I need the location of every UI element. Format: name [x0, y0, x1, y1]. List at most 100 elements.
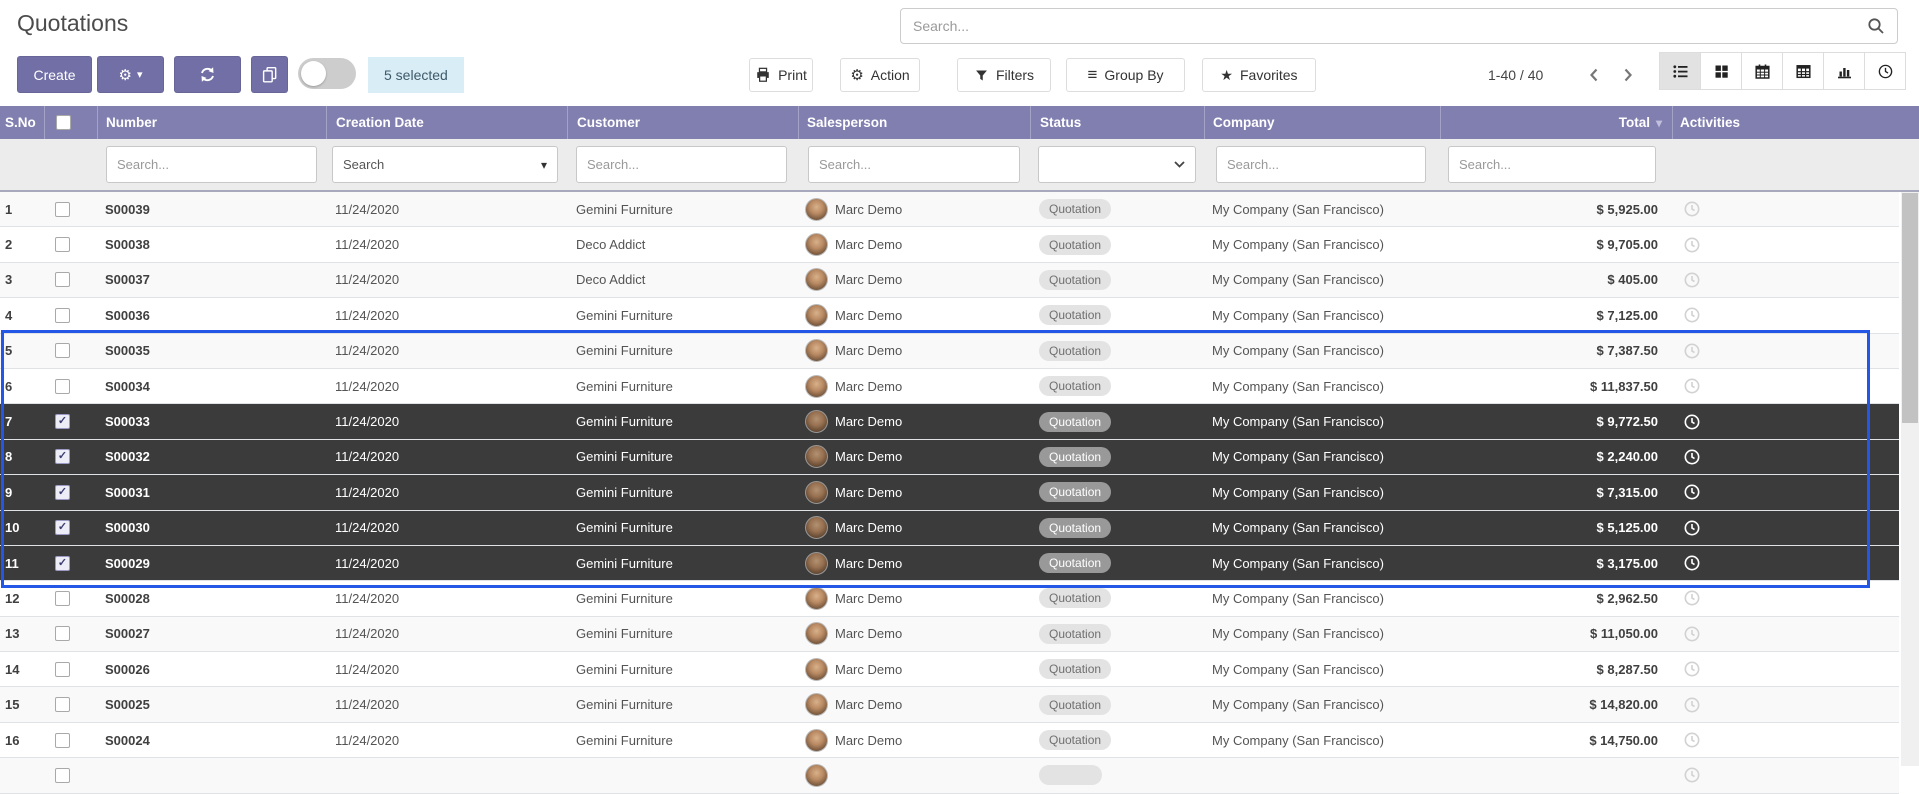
header-status-label: Status: [1040, 115, 1081, 130]
global-search-box[interactable]: [900, 8, 1898, 44]
total-amount: $ 14,820.00: [1440, 687, 1672, 721]
view-kanban-button[interactable]: [1700, 52, 1742, 90]
activities-cell: [1672, 511, 1899, 545]
activity-clock-icon[interactable]: [1683, 519, 1701, 537]
view-activity-button[interactable]: [1864, 52, 1906, 90]
total-amount: $ 9,705.00: [1440, 227, 1672, 261]
refresh-button[interactable]: [174, 56, 241, 93]
table-row[interactable]: 3S0003711/24/2020Deco AddictMarc DemoQuo…: [0, 263, 1899, 298]
row-checkbox[interactable]: [55, 520, 70, 535]
calendar-view-icon: [1754, 63, 1771, 80]
table-row[interactable]: 15S0002511/24/2020Gemini FurnitureMarc D…: [0, 687, 1899, 722]
row-checkbox-cell: [44, 440, 97, 474]
kanban-view-icon: [1713, 63, 1730, 80]
select-mode-toggle[interactable]: [298, 58, 356, 89]
duplicate-button[interactable]: [251, 56, 288, 93]
row-checkbox[interactable]: [55, 308, 70, 323]
activity-clock-icon[interactable]: [1683, 589, 1701, 607]
activity-clock-icon[interactable]: [1683, 413, 1701, 431]
filter-total-input[interactable]: [1448, 146, 1656, 183]
filter-funnel-icon: [974, 68, 989, 83]
table-row[interactable]: 9S0003111/24/2020Gemini FurnitureMarc De…: [0, 475, 1899, 510]
row-checkbox[interactable]: [55, 343, 70, 358]
action-button[interactable]: ⚙ Action: [840, 58, 920, 92]
header-customer[interactable]: Customer: [567, 106, 798, 139]
filter-company-input[interactable]: [1216, 146, 1426, 183]
table-row[interactable]: 2S0003811/24/2020Deco AddictMarc DemoQuo…: [0, 227, 1899, 262]
favorites-button[interactable]: ★ Favorites: [1202, 58, 1316, 92]
table-row[interactable]: 5S0003511/24/2020Gemini FurnitureMarc De…: [0, 334, 1899, 369]
group-by-button[interactable]: ≡ Group By: [1066, 58, 1185, 92]
vertical-scrollbar-thumb[interactable]: [1902, 193, 1918, 423]
company-name: My Company (San Francisco): [1204, 723, 1440, 757]
activity-clock-icon[interactable]: [1683, 271, 1701, 289]
activity-clock-icon[interactable]: [1683, 342, 1701, 360]
filter-creation-date[interactable]: Search ▾: [332, 146, 558, 183]
table-row[interactable]: [0, 758, 1899, 793]
header-select-all[interactable]: [44, 106, 97, 139]
row-checkbox[interactable]: [55, 237, 70, 252]
header-activities[interactable]: Activities: [1672, 106, 1919, 139]
filter-customer-input[interactable]: [576, 146, 787, 183]
print-button[interactable]: Print: [749, 58, 813, 92]
header-sno[interactable]: S.No: [0, 106, 44, 139]
table-row[interactable]: 10S0003011/24/2020Gemini FurnitureMarc D…: [0, 511, 1899, 546]
view-calendar-button[interactable]: [1741, 52, 1783, 90]
global-search-input[interactable]: [913, 18, 1867, 34]
row-checkbox[interactable]: [55, 485, 70, 500]
settings-dropdown-button[interactable]: ⚙ ▾: [97, 56, 164, 93]
activity-clock-icon[interactable]: [1683, 554, 1701, 572]
row-checkbox[interactable]: [55, 379, 70, 394]
filter-status-select[interactable]: [1038, 146, 1196, 183]
table-row[interactable]: 11S0002911/24/2020Gemini FurnitureMarc D…: [0, 546, 1899, 581]
activity-clock-icon[interactable]: [1683, 306, 1701, 324]
header-company[interactable]: Company: [1204, 106, 1440, 139]
view-pivot-button[interactable]: [1782, 52, 1824, 90]
activity-clock-icon[interactable]: [1683, 731, 1701, 749]
activity-clock-icon[interactable]: [1683, 448, 1701, 466]
view-graph-button[interactable]: [1823, 52, 1865, 90]
row-checkbox[interactable]: [55, 556, 70, 571]
activity-clock-icon[interactable]: [1683, 236, 1701, 254]
row-checkbox[interactable]: [55, 697, 70, 712]
filters-button[interactable]: Filters: [957, 58, 1051, 92]
table-row[interactable]: 7S0003311/24/2020Gemini FurnitureMarc De…: [0, 404, 1899, 439]
activity-clock-icon[interactable]: [1683, 660, 1701, 678]
header-status[interactable]: Status: [1030, 106, 1204, 139]
row-checkbox[interactable]: [55, 202, 70, 217]
table-row[interactable]: 4S0003611/24/2020Gemini FurnitureMarc De…: [0, 298, 1899, 333]
table-row[interactable]: 1S0003911/24/2020Gemini FurnitureMarc De…: [0, 192, 1899, 227]
table-row[interactable]: 14S0002611/24/2020Gemini FurnitureMarc D…: [0, 652, 1899, 687]
activity-clock-icon[interactable]: [1683, 483, 1701, 501]
header-number[interactable]: Number: [97, 106, 326, 139]
header-creation-date[interactable]: Creation Date: [326, 106, 567, 139]
activity-clock-icon[interactable]: [1683, 766, 1701, 784]
table-row[interactable]: 12S0002811/24/2020Gemini FurnitureMarc D…: [0, 581, 1899, 616]
activity-clock-icon[interactable]: [1683, 625, 1701, 643]
row-checkbox[interactable]: [55, 449, 70, 464]
activity-clock-icon[interactable]: [1683, 696, 1701, 714]
pager-previous-button[interactable]: [1580, 58, 1608, 92]
row-checkbox[interactable]: [55, 662, 70, 677]
activity-clock-icon[interactable]: [1683, 377, 1701, 395]
select-all-checkbox[interactable]: [56, 115, 71, 130]
row-checkbox[interactable]: [55, 768, 70, 783]
row-checkbox[interactable]: [55, 591, 70, 606]
table-row[interactable]: 16S0002411/24/2020Gemini FurnitureMarc D…: [0, 723, 1899, 758]
table-row[interactable]: 13S0002711/24/2020Gemini FurnitureMarc D…: [0, 617, 1899, 652]
table-row[interactable]: 8S0003211/24/2020Gemini FurnitureMarc De…: [0, 440, 1899, 475]
row-checkbox[interactable]: [55, 272, 70, 287]
row-checkbox[interactable]: [55, 626, 70, 641]
table-row[interactable]: 6S0003411/24/2020Gemini FurnitureMarc De…: [0, 369, 1899, 404]
create-button[interactable]: Create: [17, 56, 92, 93]
view-list-button[interactable]: [1659, 52, 1701, 90]
row-checkbox[interactable]: [55, 733, 70, 748]
pager-next-button[interactable]: [1614, 58, 1642, 92]
row-checkbox[interactable]: [55, 414, 70, 429]
create-button-label: Create: [33, 67, 75, 83]
activity-clock-icon[interactable]: [1683, 200, 1701, 218]
header-salesperson[interactable]: Salesperson: [798, 106, 1030, 139]
filter-salesperson-input[interactable]: [808, 146, 1020, 183]
header-total[interactable]: Total▾: [1440, 106, 1672, 139]
filter-number-input[interactable]: [106, 146, 317, 183]
